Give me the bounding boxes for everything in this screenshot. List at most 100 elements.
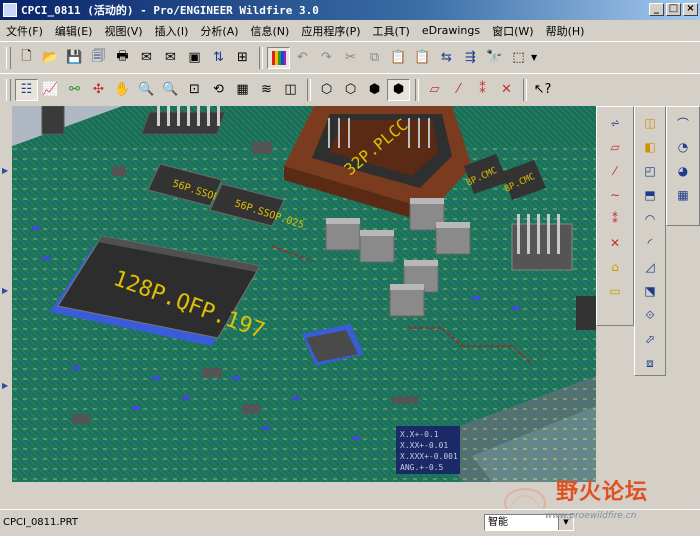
blend-icon[interactable]: ⬒ [639,184,661,206]
expand-arrow-icon[interactable]: ▶ [2,166,8,175]
zoom-in-icon[interactable]: 🔍 [135,79,158,101]
feature-toolbar-3: ⌒ ◔ ◕ ▦ [666,106,700,226]
main-toolbar: 🗋 📂 💾 🗐 🖶 ✉ ✉ ▣ ⇅ ⊞ ↶ ↷ ✂ ⧉ 📋 📋 ⇆ ⇶ 🔭 ⬚ … [0,41,700,73]
analysis-graph-icon[interactable]: 📈 [39,79,62,101]
expand-arrow-icon[interactable]: ▶ [2,286,8,295]
expand-arrow-icon[interactable]: ▶ [2,381,8,390]
chamfer-icon[interactable]: ◿ [639,256,661,278]
layers-icon[interactable]: ≋ [255,79,278,101]
undo-icon[interactable]: ↶ [291,47,314,69]
color-appearance-icon[interactable] [267,46,290,69]
wireframe-icon[interactable]: ⬡ [315,79,338,101]
menu-window[interactable]: 窗口(W) [486,23,539,39]
menu-tools[interactable]: 工具(T) [367,23,416,39]
regen-manager-icon[interactable]: ⇶ [459,47,482,69]
view-toolbar: ☷ 📈 ⚯ ✣ ✋ 🔍 🔍 ⊡ ⟲ ▦ ≋ ◫ ⬡ ⬡ ⬢ ⬢ ▱ ⁄ ⁑ ✕ … [0,73,700,105]
menu-view[interactable]: 视图(V) [98,23,148,39]
save-copy-icon[interactable]: 🗐 [87,47,110,69]
coord-system-icon[interactable]: ✕ [604,232,626,254]
draft-icon[interactable]: ⬔ [639,280,661,302]
merge-icon[interactable]: ⧈ [639,352,661,374]
spin-center-icon[interactable]: ✣ [87,79,110,101]
datum-points-icon[interactable]: ⁑ [471,79,494,101]
pan-hand-icon[interactable]: ✋ [111,79,134,101]
saved-views-icon[interactable]: ▦ [231,79,254,101]
refit-icon[interactable]: ⊡ [183,79,206,101]
menu-insert[interactable]: 插入(I) [149,23,195,39]
selection-filter-value: 智能 [488,517,508,528]
feature-toolbar-1: ⩫ ▱ ⁄ ∼ ⁑ ✕ ⌂ ▭ [596,106,634,326]
coordinate-systems-icon[interactable]: ✕ [495,79,518,101]
no-hidden-icon[interactable]: ⬢ [363,79,386,101]
tolerance-1: X.X+-0.1 [400,430,439,439]
menu-info[interactable]: 信息(N) [245,23,296,39]
revolve-icon[interactable]: ◧ [639,136,661,158]
menu-edrawings[interactable]: eDrawings [416,24,486,37]
graphics-viewport[interactable]: 56P.SSOP.025 56P.SSOP.025 128P.QFP.197 3… [12,106,596,482]
sketch-plane-icon[interactable]: ⩫ [604,112,626,134]
regenerate-model-icon[interactable]: ⇆ [435,47,458,69]
copy-icon[interactable]: ⧉ [363,47,386,69]
grid-icon[interactable]: ▦ [672,184,694,206]
reorient-icon[interactable]: ⟲ [207,79,230,101]
toolbar-grip-2[interactable] [6,78,11,101]
view-manager-icon[interactable]: ◫ [279,79,302,101]
regenerate-icon[interactable]: ⇅ [207,47,230,69]
extrude-icon[interactable]: ◫ [639,112,661,134]
email-icon[interactable]: ✉ [135,47,158,69]
cut-icon[interactable]: ✂ [339,47,362,69]
new-file-icon[interactable]: 🗋 [15,47,38,69]
maximize-button[interactable]: □ [666,3,681,16]
menu-analysis[interactable]: 分析(A) [194,23,244,39]
datum-axis-icon[interactable]: ⁄ [604,160,626,182]
datum-point-icon[interactable]: ⁑ [604,208,626,230]
select-box-icon[interactable]: ⬚ [507,47,530,69]
menu-help[interactable]: 帮助(H) [540,23,591,39]
status-filename: CPCI_0811.PRT [3,517,78,528]
minimize-button[interactable]: _ [649,3,664,16]
layout-icon[interactable]: ⊞ [231,47,254,69]
datum-plane-icon[interactable]: ▱ [604,136,626,158]
shell-icon[interactable]: ⌒ [672,112,694,134]
datum-axes-icon[interactable]: ⁄ [447,79,470,101]
zoom-out-icon[interactable]: 🔍 [159,79,182,101]
open-folder-icon[interactable]: 📂 [39,47,62,69]
menu-file[interactable]: 文件(F) [0,23,49,39]
analysis-feature-icon[interactable]: ⌂ [604,256,626,278]
menu-bar: 文件(F) 编辑(E) 视图(V) 插入(I) 分析(A) 信息(N) 应用程序… [0,21,700,40]
model-tree-icon[interactable]: ☷ [15,78,38,101]
hidden-line-icon[interactable]: ⬡ [339,79,362,101]
email-link-icon[interactable]: ✉ [159,47,182,69]
select-dropdown-icon[interactable]: ▼ [531,53,541,62]
round-icon[interactable]: ◜ [639,232,661,254]
paste-special-icon[interactable]: 📋 [411,47,434,69]
save-icon[interactable]: 💾 [63,47,86,69]
toolbar-grip[interactable] [6,46,11,69]
mirror-icon[interactable]: ⟐ [639,304,661,326]
find-icon[interactable]: 🔭 [483,47,506,69]
close-button[interactable]: × [683,3,698,16]
window-title: CPCI_0811 (活动的) - Pro/ENGINEER Wildfire … [21,4,319,17]
print-icon[interactable]: 🖶 [111,47,134,69]
feature-toolbar-2: ◫ ◧ ◰ ⬒ ◠ ◜ ◿ ⬔ ⟐ ⬀ ⧈ [634,106,666,376]
context-help-icon[interactable]: ↖? [531,79,554,101]
forum-url: www.proewildfire.cn [545,511,637,521]
rib-icon[interactable]: ◔ [672,136,694,158]
sweep-icon[interactable]: ◰ [639,160,661,182]
paste-icon[interactable]: 📋 [387,47,410,69]
hole-icon[interactable]: ◠ [639,208,661,230]
menu-edit[interactable]: 编辑(E) [49,23,99,39]
navigator-dock[interactable]: ▶ ▶ ▶ [0,106,12,482]
redo-icon[interactable]: ↷ [315,47,338,69]
tolerance-3: X.XXX+-0.001 [400,452,458,461]
pattern-icon[interactable]: ⬀ [639,328,661,350]
offset-icon[interactable]: ◕ [672,160,694,182]
annotation-icon[interactable]: ▭ [604,280,626,302]
datum-planes-icon[interactable]: ▱ [423,79,446,101]
shading-icon[interactable]: ⬢ [387,78,410,101]
sketched-curve-icon[interactable]: ∼ [604,184,626,206]
datum-curve-icon[interactable]: ⚯ [63,79,86,101]
tolerance-2: X.XX+-0.01 [400,441,448,450]
repaint-icon[interactable]: ▣ [183,47,206,69]
menu-applications[interactable]: 应用程序(P) [295,23,366,39]
